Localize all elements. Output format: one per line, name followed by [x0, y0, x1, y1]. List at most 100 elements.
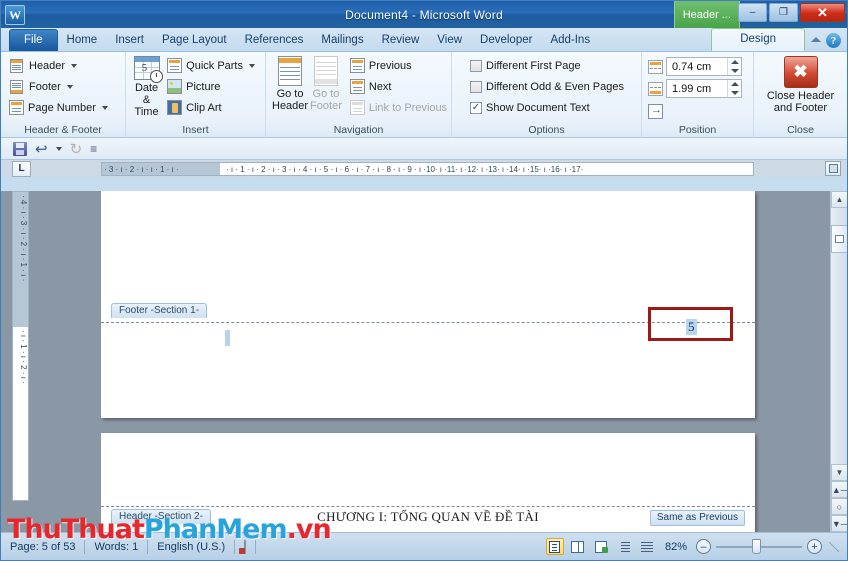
header-boundary-line	[101, 506, 755, 507]
zoom-slider[interactable]	[716, 538, 802, 554]
header-from-top-input[interactable]: 0.74 cm	[666, 57, 742, 76]
zoom-out-button[interactable]: –	[696, 539, 711, 554]
calendar-clock-icon: 5	[133, 56, 163, 83]
collapse-ribbon-icon[interactable]	[811, 36, 821, 42]
horizontal-ruler[interactable]: · 3 · ı · 2 · ı · ı · 1 · ı · · ı · 1 · …	[101, 162, 754, 176]
scroll-down-button[interactable]: ▼	[831, 464, 847, 481]
minimize-button[interactable]: –	[738, 3, 767, 22]
site-watermark: ThuThuatPhanMem.vn	[7, 514, 332, 545]
redo-icon[interactable]: ↻	[70, 140, 83, 158]
undo-icon[interactable]: ↩	[35, 140, 48, 158]
page-number-field[interactable]: 5	[686, 319, 697, 335]
footer-from-bottom-stepper[interactable]	[727, 80, 741, 97]
view-print-layout-button[interactable]	[545, 538, 564, 555]
picture-button[interactable]: Picture	[165, 76, 259, 97]
chevron-down-icon[interactable]	[249, 63, 255, 68]
chevron-down-icon[interactable]	[66, 84, 73, 89]
date-time-label-line1: Date	[134, 82, 159, 94]
same-as-previous-badge: Same as Previous	[649, 510, 745, 526]
tab-review[interactable]: Review	[373, 30, 429, 51]
view-web-layout-button[interactable]	[592, 538, 610, 555]
different-first-page-option[interactable]: Different First Page	[468, 55, 628, 76]
picture-icon	[167, 79, 183, 94]
go-to-header-button[interactable]: Go to Header	[272, 55, 308, 121]
resize-grip-icon[interactable]	[829, 541, 839, 552]
view-outline-button[interactable]	[615, 538, 633, 555]
help-icon[interactable]: ?	[826, 33, 841, 48]
page-1[interactable]: Footer -Section 1- 5	[101, 191, 755, 418]
previous-page-button[interactable]: ▲─	[831, 481, 847, 498]
clip-art-button[interactable]: Clip Art	[165, 97, 259, 118]
watermark-part-2: PhanMem	[143, 514, 288, 545]
page-number-button[interactable]: Page Number	[7, 97, 112, 118]
web-layout-icon	[594, 540, 608, 553]
close-button[interactable]: ✕	[800, 3, 845, 22]
zoom-in-button[interactable]: +	[807, 539, 822, 554]
close-header-and-footer-button[interactable]: ✖ Close Header and Footer	[760, 55, 841, 121]
quick-parts-button[interactable]: Quick Parts	[165, 55, 259, 76]
footer-from-bottom-input[interactable]: 1.99 cm	[666, 79, 742, 98]
stepper-down-icon[interactable]	[730, 90, 739, 95]
scrollbar-thumb[interactable]	[831, 225, 847, 253]
zoom-slider-thumb[interactable]	[752, 538, 761, 554]
footer-button[interactable]: Footer	[7, 76, 112, 97]
maximize-button[interactable]: ❐	[769, 3, 798, 22]
checkbox-unchecked-icon[interactable]	[470, 59, 482, 72]
go-to-footer-button: Go to Footer	[310, 55, 342, 121]
tab-stop-selector[interactable]: L	[12, 160, 31, 177]
scrollbar-bottom-controls: ▼ ▲─ ○ ▼─	[831, 464, 847, 532]
select-browse-object-top-icon[interactable]	[825, 161, 841, 176]
contextual-tab-header-footer-tools[interactable]: Header ...	[673, 1, 740, 28]
outline-icon	[618, 541, 630, 552]
watermark-part-1: ThuThuat	[7, 514, 145, 545]
next-section-icon	[349, 79, 365, 94]
tab-home[interactable]: Home	[58, 30, 107, 51]
different-odd-even-pages-option[interactable]: Different Odd & Even Pages	[468, 76, 628, 97]
next-button[interactable]: Next	[348, 76, 451, 97]
clip-art-label: Clip Art	[186, 101, 222, 114]
customize-qat-icon[interactable]: ≡	[90, 142, 97, 156]
select-browse-object-button[interactable]: ○	[831, 498, 847, 515]
ribbon-group-navigation: Go to Header Go to Footer Previous Next …	[265, 52, 451, 138]
undo-dropdown-icon[interactable]	[55, 146, 62, 151]
stepper-up-icon[interactable]	[730, 60, 739, 65]
link-to-previous-button: Link to Previous	[348, 97, 451, 118]
checkbox-unchecked-icon[interactable]	[470, 80, 482, 93]
header-from-top-stepper[interactable]	[727, 58, 741, 75]
tab-insert[interactable]: Insert	[106, 30, 153, 51]
view-full-screen-reading-button[interactable]	[569, 538, 587, 555]
view-draft-button[interactable]	[638, 538, 656, 555]
date-and-time-button[interactable]: 5 Date & Time	[132, 55, 163, 121]
tab-add-ins[interactable]: Add-Ins	[541, 30, 599, 51]
footer-section-1-tag: Footer -Section 1-	[111, 303, 208, 318]
tab-mailings[interactable]: Mailings	[312, 30, 372, 51]
zoom-level[interactable]: 82%	[661, 541, 691, 553]
tab-file[interactable]: File	[9, 29, 58, 51]
tab-view[interactable]: View	[428, 30, 471, 51]
tab-page-layout[interactable]: Page Layout	[153, 30, 236, 51]
scroll-up-button[interactable]: ▲	[831, 191, 847, 208]
ribbon-help-group: ?	[811, 33, 841, 48]
document-pages-area[interactable]: Footer -Section 1- 5 Header -Section 2- …	[37, 191, 830, 532]
stepper-down-icon[interactable]	[730, 68, 739, 73]
chevron-down-icon[interactable]	[71, 63, 78, 68]
show-document-text-option[interactable]: ✓ Show Document Text	[468, 97, 628, 118]
go-to-header-icon	[275, 56, 305, 86]
vertical-ruler[interactable]: · 4 · ı · 3 · ı · 2 · ı · 1 · ı · · ı · …	[12, 191, 29, 501]
tab-developer[interactable]: Developer	[471, 30, 541, 51]
tab-design[interactable]: Design	[711, 28, 805, 51]
checkbox-checked-icon[interactable]: ✓	[470, 101, 482, 114]
insert-alignment-tab-button[interactable]	[648, 101, 742, 121]
different-odd-even-label: Different Odd & Even Pages	[486, 80, 624, 93]
save-icon[interactable]	[13, 141, 27, 156]
tab-references[interactable]: References	[236, 30, 313, 51]
vertical-scrollbar[interactable]: ▲ ▼ ▲─ ○ ▼─	[830, 191, 847, 532]
stepper-up-icon[interactable]	[730, 82, 739, 87]
quick-access-toolbar: ↩ ↻ ≡	[1, 138, 847, 160]
previous-button[interactable]: Previous	[348, 55, 451, 76]
show-document-text-label: Show Document Text	[486, 101, 590, 114]
next-page-button[interactable]: ▼─	[831, 515, 847, 532]
chevron-down-icon[interactable]	[101, 105, 108, 110]
header-button[interactable]: Header	[7, 55, 112, 76]
ruler-left-margin: · 3 · ı · 2 · ı · ı · 1 · ı ·	[102, 163, 220, 175]
